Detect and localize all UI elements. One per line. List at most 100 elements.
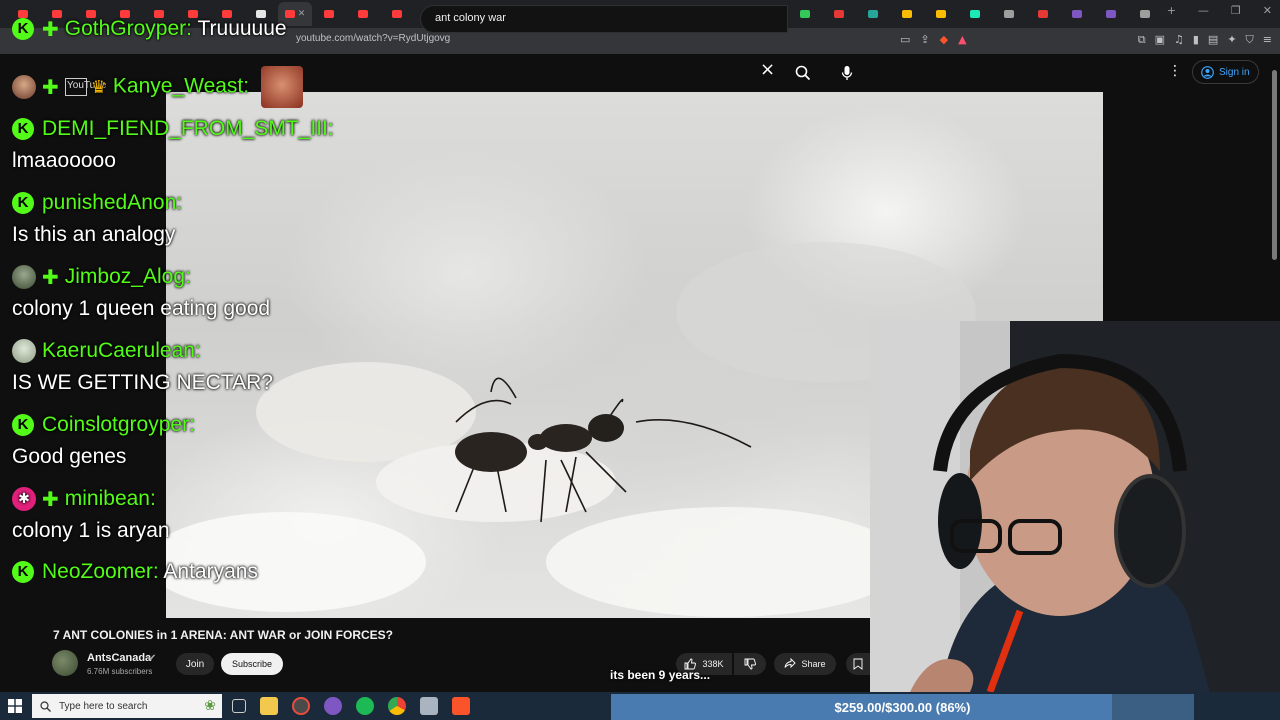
chat-text: IS WE GETTING NECTAR?: [12, 371, 273, 394]
save-button[interactable]: [846, 653, 870, 675]
taskbar-search-box[interactable]: Type here to search ❀: [32, 694, 222, 718]
cast-icon[interactable]: ▭: [900, 33, 910, 46]
spotify-icon[interactable]: [356, 697, 374, 715]
rewards-icon[interactable]: ▲: [958, 33, 966, 46]
tab-favicon-icon: [800, 10, 810, 18]
chat-message-body: colony 1 is aryan: [12, 519, 170, 543]
chat-username: DEMI_FIEND_FROM_SMT_III:: [42, 117, 334, 140]
chat-text: lmaaooooo: [12, 149, 116, 172]
tab-favicon-icon: [392, 10, 402, 18]
search-icon: [795, 65, 811, 81]
media-icon[interactable]: ♫: [1174, 33, 1184, 47]
sign-in-label: Sign in: [1219, 66, 1250, 78]
chat-text: colony 1 queen eating good: [12, 297, 271, 320]
task-view-icon[interactable]: [232, 699, 246, 713]
dislike-button[interactable]: [734, 653, 766, 675]
brave-browser-icon[interactable]: [452, 697, 470, 715]
chat-message-body: lmaaooooo: [12, 149, 116, 173]
tab-favicon-icon: [1004, 10, 1014, 18]
browser-tab[interactable]: [346, 2, 380, 26]
vpn-icon[interactable]: ⛉: [1246, 33, 1254, 47]
maximize-icon[interactable]: ❐: [1231, 4, 1241, 17]
chat-text: Antaryans: [163, 560, 258, 583]
browser-tab[interactable]: [1128, 2, 1162, 26]
kick-badge-icon: K: [12, 192, 34, 215]
extension-icon[interactable]: ⧉: [1138, 33, 1146, 47]
discord-icon[interactable]: [324, 697, 342, 715]
sidebar-icon[interactable]: ▮: [1193, 33, 1199, 47]
chat-text: Truuuuue: [197, 17, 287, 40]
search-button[interactable]: [788, 59, 818, 87]
search-input[interactable]: ant colony war: [435, 12, 506, 24]
file-explorer-icon[interactable]: [260, 697, 278, 715]
clear-search-icon[interactable]: ×: [760, 59, 775, 80]
browser-tab[interactable]: [992, 2, 1026, 26]
chat-username: punishedAnon:: [42, 191, 183, 214]
browser-tab[interactable]: [822, 2, 856, 26]
chat-message-body: IS WE GETTING NECTAR?: [12, 371, 273, 395]
chat-message-body: Is this an analogy: [12, 223, 175, 247]
page-scrollbar[interactable]: [1272, 70, 1277, 260]
browser-tab[interactable]: [380, 2, 414, 26]
subscribe-button[interactable]: Subscribe: [221, 653, 283, 675]
url-field[interactable]: youtube.com/watch?v=RydUtjgovg: [296, 33, 450, 44]
tab-favicon-icon: [324, 10, 334, 18]
browser-tab[interactable]: [890, 2, 924, 26]
browser-tab[interactable]: [856, 2, 890, 26]
close-window-icon[interactable]: ✕: [1263, 4, 1272, 17]
browser-tab[interactable]: [788, 2, 822, 26]
chat-message: K Coinslotgroyper:: [12, 413, 195, 437]
minimize-icon[interactable]: —: [1198, 4, 1209, 17]
channel-name[interactable]: AntsCanada: [87, 652, 151, 664]
settings-menu-icon[interactable]: ⋮: [1168, 63, 1182, 79]
close-tab-icon[interactable]: ✕: [298, 9, 306, 19]
share-button[interactable]: Share: [774, 653, 836, 675]
stream-caption: its been 9 years...: [610, 668, 711, 682]
sign-in-button[interactable]: Sign in: [1192, 60, 1259, 84]
menu-icon[interactable]: ≡: [1263, 33, 1272, 47]
app-icon[interactable]: [420, 697, 438, 715]
brave-shield-icon[interactable]: ◆: [940, 33, 948, 46]
new-tab-icon[interactable]: +: [1167, 4, 1176, 17]
screenshot-icon[interactable]: ▣: [1155, 33, 1165, 47]
browser-tab[interactable]: [958, 2, 992, 26]
chat-message: KpunishedAnon:: [12, 191, 182, 215]
chat-text: colony 1 is aryan: [12, 519, 170, 542]
address-bar-icons: ▭ ⇪ ◆ ▲: [900, 33, 967, 46]
share-page-icon[interactable]: ⇪: [920, 33, 929, 46]
chat-text: Is this an analogy: [12, 223, 176, 246]
join-button[interactable]: Join: [176, 653, 214, 675]
browser-tab[interactable]: [924, 2, 958, 26]
tab-favicon-icon: [902, 10, 912, 18]
user-avatar: [12, 75, 36, 99]
chrome-icon[interactable]: [388, 697, 406, 715]
channel-avatar[interactable]: [52, 650, 78, 676]
share-label: Share: [801, 659, 826, 669]
chat-message: K DEMI_FIEND_FROM_SMT_III:: [12, 117, 334, 141]
tab-favicon-icon: [1140, 10, 1150, 18]
wallet-icon[interactable]: ▤: [1208, 33, 1218, 47]
chat-username: Jimboz_Alog:: [64, 265, 191, 288]
donation-goal-text: $259.00/$300.00 (86%): [834, 699, 971, 715]
user-avatar: [12, 265, 36, 290]
donation-goal-bar: $259.00/$300.00 (86%): [611, 694, 1194, 720]
crown-badge-icon: ♛: [90, 76, 107, 98]
browser-tab[interactable]: [1060, 2, 1094, 26]
chat-username: NeoZoomer:: [42, 560, 159, 583]
windows-start-icon[interactable]: [8, 699, 22, 713]
emote-image: [260, 66, 303, 108]
badge-box-icon: [64, 78, 87, 96]
browser-tab[interactable]: [1094, 2, 1128, 26]
thumbs-down-icon: [744, 658, 756, 670]
leo-icon[interactable]: ✦: [1227, 33, 1236, 47]
obs-icon[interactable]: [292, 697, 310, 715]
search-box[interactable]: ant colony war: [420, 5, 788, 33]
browser-tab[interactable]: [312, 2, 346, 26]
tab-favicon-icon: [1038, 10, 1048, 18]
search-icon: [40, 700, 51, 712]
subscriber-count: 6.76M subscribers: [87, 667, 153, 676]
voice-search-button[interactable]: [834, 60, 860, 86]
browser-tab[interactable]: [1026, 2, 1060, 26]
chat-username: Coinslotgroyper:: [42, 413, 195, 436]
subscriber-badge-icon: ✚: [42, 75, 59, 99]
